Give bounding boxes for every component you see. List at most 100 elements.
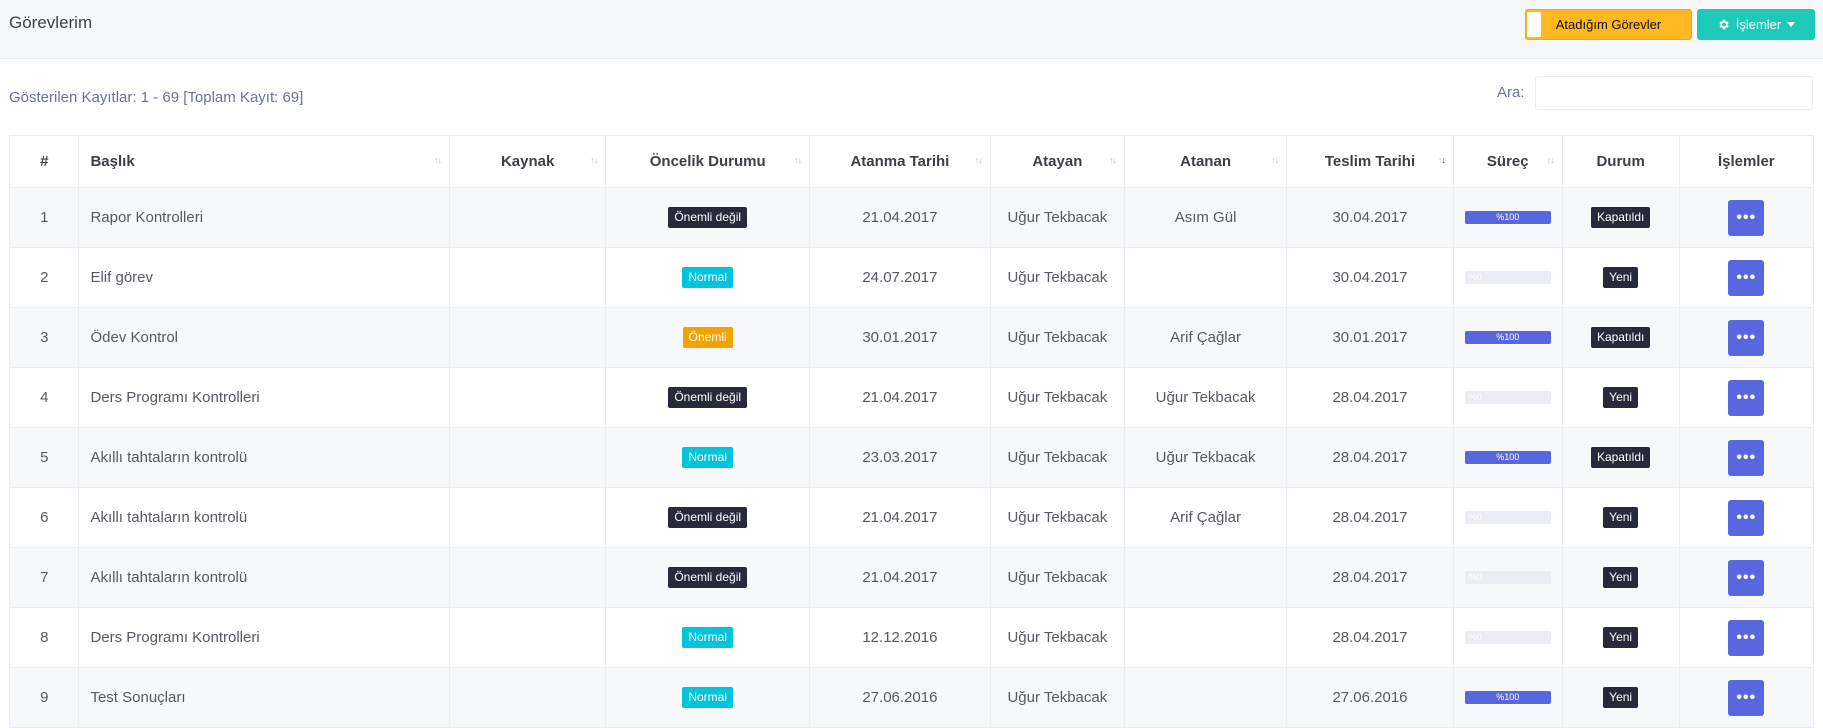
cell-source [448, 247, 607, 308]
sort-desc-icon[interactable]: ↑↓ [1438, 155, 1446, 165]
cell-source [448, 547, 607, 608]
col-header-assigned-date[interactable]: Atanma Tarihi ↑↓ [809, 135, 991, 188]
sort-icon[interactable]: ↑↓ [434, 155, 442, 165]
cell-actions: ••• [1678, 547, 1815, 608]
row-actions-button[interactable]: ••• [1728, 619, 1765, 656]
progress-bar: %100 [1464, 451, 1551, 464]
table-row[interactable]: 4 Ders Programı Kontrolleri Önemli değil 21… [8, 367, 1815, 428]
cell-title[interactable]: Akıllı tahtaların kontrolü [78, 427, 450, 488]
cell-assigned-date: 21.04.2017 [809, 487, 991, 548]
table-row[interactable]: 2 Elif görev Normal 24.07.2017 Uğur Tekbacak… [8, 247, 1815, 308]
ellipsis-icon: ••• [1736, 388, 1757, 406]
cell-progress: %100 [1452, 307, 1563, 368]
cell-priority: Normal [605, 247, 811, 308]
cell-progress: %100 [1452, 427, 1563, 488]
priority-badge: Normal [682, 627, 734, 648]
col-header-priority[interactable]: Öncelik Durumu ↑↓ [605, 135, 811, 188]
cell-title[interactable]: Ders Programı Kontrolleri [78, 367, 450, 428]
cell-assignee [1124, 547, 1288, 608]
row-actions-button[interactable]: ••• [1728, 379, 1765, 416]
cell-progress: %0 [1452, 247, 1563, 308]
assigned-tasks-label: Atadığım Görevler [1555, 17, 1662, 32]
col-header-title[interactable]: Başlık ↑↓ [78, 135, 450, 188]
progress-label: %100 [1496, 212, 1520, 222]
cell-status: Yeni [1561, 247, 1680, 308]
cell-title[interactable]: Elif görev [78, 247, 450, 308]
cell-actions: ••• [1678, 367, 1815, 428]
cell-assigner: Uğur Tekbacak [989, 247, 1126, 308]
col-header-due-date[interactable]: Teslim Tarihi ↑↓ [1286, 135, 1454, 188]
row-actions-button[interactable]: ••• [1728, 199, 1765, 236]
status-badge: Yeni [1603, 687, 1639, 708]
cell-due-date: 30.04.2017 [1286, 187, 1454, 248]
sort-icon[interactable]: ↑↓ [590, 155, 598, 165]
toggle-notch [1527, 12, 1541, 37]
col-header-assignee[interactable]: Atanan ↑↓ [1124, 135, 1288, 188]
cell-actions: ••• [1678, 307, 1815, 368]
row-actions-button[interactable]: ••• [1728, 679, 1765, 716]
sort-icon[interactable]: ↑↓ [1271, 155, 1279, 165]
cell-assignee: Uğur Tekbacak [1124, 427, 1288, 488]
records-info: Gösterilen Kayıtlar: 1 - 69 [Toplam Kayı… [9, 89, 304, 106]
col-header-assigner[interactable]: Atayan ↑↓ [989, 135, 1126, 188]
col-header-status: Durum [1561, 135, 1680, 188]
page-header: Görevlerim Atadığım Görevler İşlemler [0, 0, 1823, 59]
cell-due-date: 28.04.2017 [1286, 607, 1454, 668]
cell-title[interactable]: Test Sonuçları [78, 667, 450, 728]
progress-bar: %100 [1464, 691, 1551, 704]
row-actions-button[interactable]: ••• [1728, 499, 1765, 536]
cell-assigned-date: 24.07.2017 [809, 247, 991, 308]
cell-status: Kapatıldı [1561, 427, 1680, 488]
table-row[interactable]: 8 Ders Programı Kontrolleri Normal 12.12.20… [8, 607, 1815, 668]
cell-actions: ••• [1678, 487, 1815, 548]
cell-assigner: Uğur Tekbacak [989, 667, 1126, 728]
progress-label: %100 [1496, 452, 1520, 462]
cell-source [448, 367, 607, 428]
cell-assigner: Uğur Tekbacak [989, 367, 1126, 428]
sort-icon[interactable]: ↑↓ [1109, 155, 1117, 165]
table-row[interactable]: 5 Akıllı tahtaların kontrolü Normal 23.03.2… [8, 427, 1815, 488]
assigned-tasks-button[interactable]: Atadığım Görevler [1525, 9, 1692, 40]
row-actions-button[interactable]: ••• [1728, 259, 1765, 296]
cell-progress: %0 [1452, 547, 1563, 608]
cell-status: Yeni [1561, 547, 1680, 608]
progress-bar: %100 [1464, 211, 1551, 224]
sort-icon[interactable]: ↑↓ [975, 155, 983, 165]
search-input[interactable] [1535, 76, 1813, 110]
table-row[interactable]: 9 Test Sonuçları Normal 27.06.2016 Uğur Tekb… [8, 667, 1815, 728]
sort-icon[interactable]: ↑↓ [1547, 155, 1555, 165]
row-actions-button[interactable]: ••• [1728, 319, 1765, 356]
sort-icon[interactable]: ↑↓ [794, 155, 802, 165]
col-header-source[interactable]: Kaynak ↑↓ [448, 135, 607, 188]
table-row[interactable]: 7 Akıllı tahtaların kontrolü Önemli değil 2… [8, 547, 1815, 608]
progress-label: %0 [1468, 272, 1482, 282]
cell-title[interactable]: Rapor Kontrolleri [78, 187, 450, 248]
row-actions-button[interactable]: ••• [1728, 439, 1765, 476]
status-badge: Yeni [1603, 267, 1639, 288]
tasks-table: # Başlık ↑↓ Kaynak ↑↓ Öncelik Durumu ↑↓ Ata… [8, 135, 1815, 728]
table-row[interactable]: 3 Ödev Kontrol Önemli 30.01.2017 Uğur Tekbac… [8, 307, 1815, 368]
ellipsis-icon: ••• [1736, 628, 1757, 646]
cell-title[interactable]: Akıllı tahtaların kontrolü [78, 547, 450, 608]
cell-title[interactable]: Ödev Kontrol [78, 307, 450, 368]
cell-priority: Normal [605, 427, 811, 488]
table-row[interactable]: 1 Rapor Kontrolleri Önemli değil 21.04.2017… [8, 187, 1815, 248]
cell-title[interactable]: Ders Programı Kontrolleri [78, 607, 450, 668]
cell-assignee: Uğur Tekbacak [1124, 367, 1288, 428]
col-header-progress[interactable]: Süreç ↑↓ [1452, 135, 1563, 188]
progress-bar: %0 [1464, 511, 1551, 524]
cell-actions: ••• [1678, 247, 1815, 308]
row-actions-button[interactable]: ••• [1728, 559, 1765, 596]
cell-priority: Normal [605, 667, 811, 728]
actions-dropdown-button[interactable]: İşlemler [1697, 9, 1815, 40]
priority-badge: Önemli değil [668, 387, 748, 408]
priority-badge: Önemli değil [668, 507, 748, 528]
col-header-actions: İşlemler [1678, 135, 1815, 188]
table-row[interactable]: 6 Akıllı tahtaların kontrolü Önemli değil 2… [8, 487, 1815, 548]
page-title: Görevlerim [9, 13, 93, 32]
cell-progress: %0 [1452, 487, 1563, 548]
cell-status: Yeni [1561, 607, 1680, 668]
cell-priority: Önemli [605, 307, 811, 368]
cell-title[interactable]: Akıllı tahtaların kontrolü [78, 487, 450, 548]
gear-icon [1719, 19, 1729, 30]
